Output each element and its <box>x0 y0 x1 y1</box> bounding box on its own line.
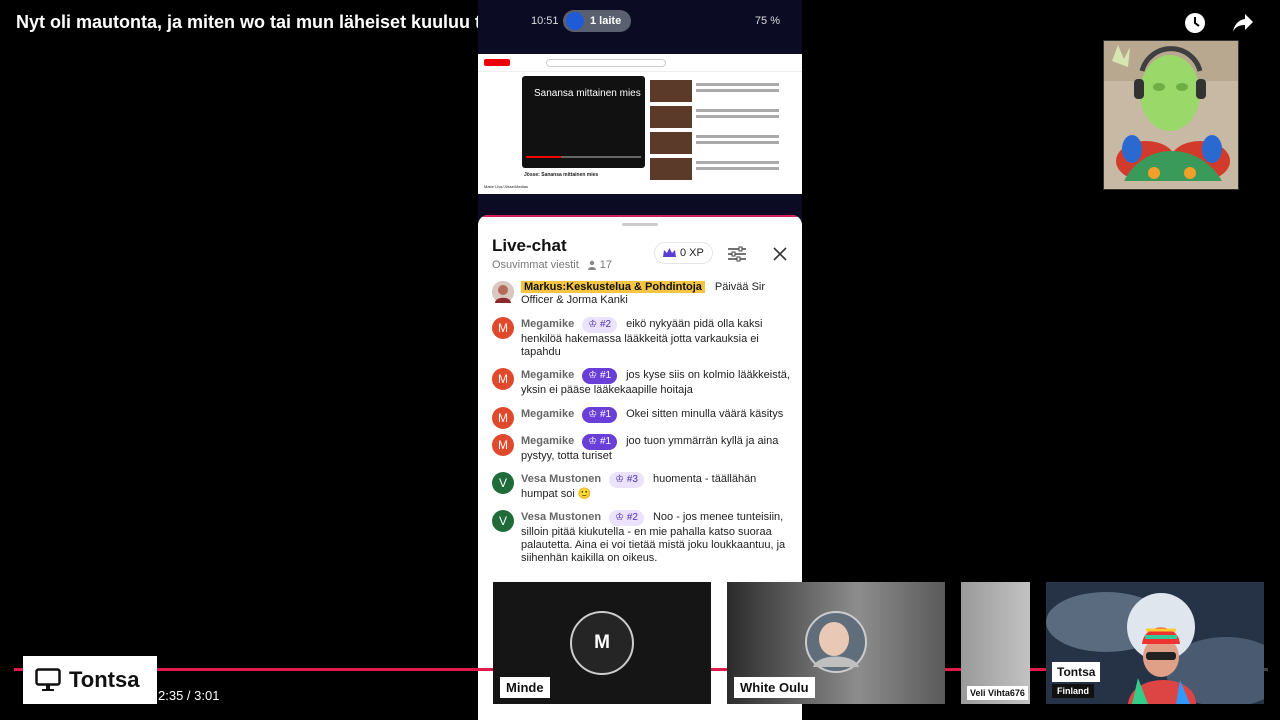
participant-location: Finland <box>1052 684 1094 698</box>
participant-name: Minde <box>500 677 550 698</box>
chat-author[interactable]: Vesa Mustonen <box>521 511 601 523</box>
chat-message: M Megamike ♔ #1 Okei sitten minulla väärä … <box>492 407 792 429</box>
participant-tile[interactable]: White Oulu <box>727 582 945 704</box>
rank-badge: ♔ #2 <box>582 317 618 333</box>
embedded-progress-bar <box>526 156 641 158</box>
avatar <box>492 281 514 303</box>
crown-icon <box>663 248 676 257</box>
video-title: Nyt oli mautonta, ja miten wo tai mun lä… <box>16 12 524 32</box>
chat-author[interactable]: Megamike <box>521 408 574 420</box>
chat-author[interactable]: Megamike <box>521 318 574 330</box>
chat-message-list: Markus:Keskustelua & Pohdintoja Päivää Si… <box>478 279 802 589</box>
chat-message: V Vesa Mustonen ♔ #2 Noo - jos menee tunte… <box>492 510 792 565</box>
viewer-count: 17 <box>587 259 612 271</box>
chat-message: V Vesa Mustonen ♔ #3 huomenta - täällähän … <box>492 472 792 501</box>
chat-author[interactable]: Markus:Keskustelua & Pohdintoja <box>521 281 705 293</box>
rank-badge: ♔ #1 <box>582 368 618 384</box>
video-thumbnail <box>650 106 692 128</box>
embedded-video-caption: Jösse: Sanansa mittainen mies <box>524 172 599 178</box>
watch-later-icon[interactable] <box>1182 10 1208 36</box>
device-connection-pill[interactable]: 1 laite <box>563 10 631 32</box>
drag-handle[interactable] <box>622 223 658 226</box>
top-right-controls <box>1182 10 1256 36</box>
phone-clock: 10:51 <box>531 15 559 27</box>
chat-title: Live-chat <box>492 236 567 255</box>
avatar: V <box>492 472 514 494</box>
avatar: M <box>492 368 514 390</box>
monitor-icon <box>35 668 61 691</box>
participant-name: Veli Vihta676 <box>967 686 1028 700</box>
xp-badge[interactable]: 0 XP <box>654 242 713 264</box>
close-icon[interactable] <box>768 242 792 266</box>
rank-badge: ♔ #2 <box>609 510 644 526</box>
person-icon <box>587 260 596 270</box>
host-name: Tontsa <box>69 667 140 692</box>
rank-badge: ♔ #1 <box>582 407 618 423</box>
device-count-label: 1 laite <box>590 15 622 27</box>
host-name-badge: Tontsa <box>23 656 157 704</box>
embedded-channel-name: Mabe Live/Jösse/Medias <box>484 184 529 189</box>
guest-webcam-feed <box>1103 40 1239 190</box>
sheet-accent-line <box>478 215 802 217</box>
phone-status-bar: 10:51 1 laite 75 % <box>478 8 802 36</box>
chat-settings-icon[interactable] <box>725 242 749 266</box>
share-icon[interactable] <box>1230 10 1256 36</box>
chat-message: M Megamike ♔ #1 jos kyse siis on kolmio lä… <box>492 368 792 397</box>
video-thumbnail <box>650 132 692 154</box>
youtube-logo <box>484 59 510 66</box>
chat-author[interactable]: Megamike <box>521 369 574 381</box>
battery-level: 75 % <box>754 15 780 27</box>
avatar <box>805 611 867 673</box>
chat-message: Markus:Keskustelua & Pohdintoja Päivää Si… <box>492 281 792 307</box>
embedded-video-player: Sanansa mittainen mies <box>522 76 645 168</box>
avatar: M <box>492 317 514 339</box>
chat-author[interactable]: Vesa Mustonen <box>521 473 601 485</box>
avatar: M <box>570 611 634 675</box>
chat-message: M Megamike ♔ #2 eikö nykyään pidä olla kak… <box>492 317 792 359</box>
participant-name: Tontsa <box>1052 662 1101 682</box>
chat-author[interactable]: Megamike <box>521 435 574 447</box>
youtube-search-bar <box>546 58 666 67</box>
avatar: V <box>492 510 514 532</box>
video-thumbnail <box>650 80 692 102</box>
avatar: M <box>492 434 514 456</box>
youtube-toolbar <box>478 54 802 72</box>
participant-tile[interactable]: Veli Vihta676 <box>961 582 1030 704</box>
rank-badge: ♔ #1 <box>582 434 618 450</box>
participant-name: White Oulu <box>734 677 815 698</box>
cast-icon <box>566 12 584 30</box>
chat-message: M Megamike ♔ #1 joo tuon ymmärrän kyllä ja… <box>492 434 792 463</box>
chat-text: Okei sitten minulla väärä käsitys <box>626 408 784 420</box>
playback-time: 2:35 / 3:01 <box>158 688 220 703</box>
avatar: M <box>492 407 514 429</box>
rank-badge: ♔ #3 <box>609 472 644 488</box>
embedded-video-title: Sanansa mittainen mies <box>534 88 641 99</box>
recommended-videos <box>650 80 800 184</box>
youtube-preview: Sanansa mittainen mies Jösse: Sanansa mi… <box>478 54 802 194</box>
participant-tile[interactable]: Tontsa Finland <box>1046 582 1264 704</box>
chat-subheader: Osuvimmat viestit 17 <box>492 259 612 271</box>
chat-filter-label[interactable]: Osuvimmat viestit <box>492 259 579 271</box>
video-thumbnail <box>650 158 692 180</box>
participant-tile[interactable]: M Minde <box>493 582 711 704</box>
